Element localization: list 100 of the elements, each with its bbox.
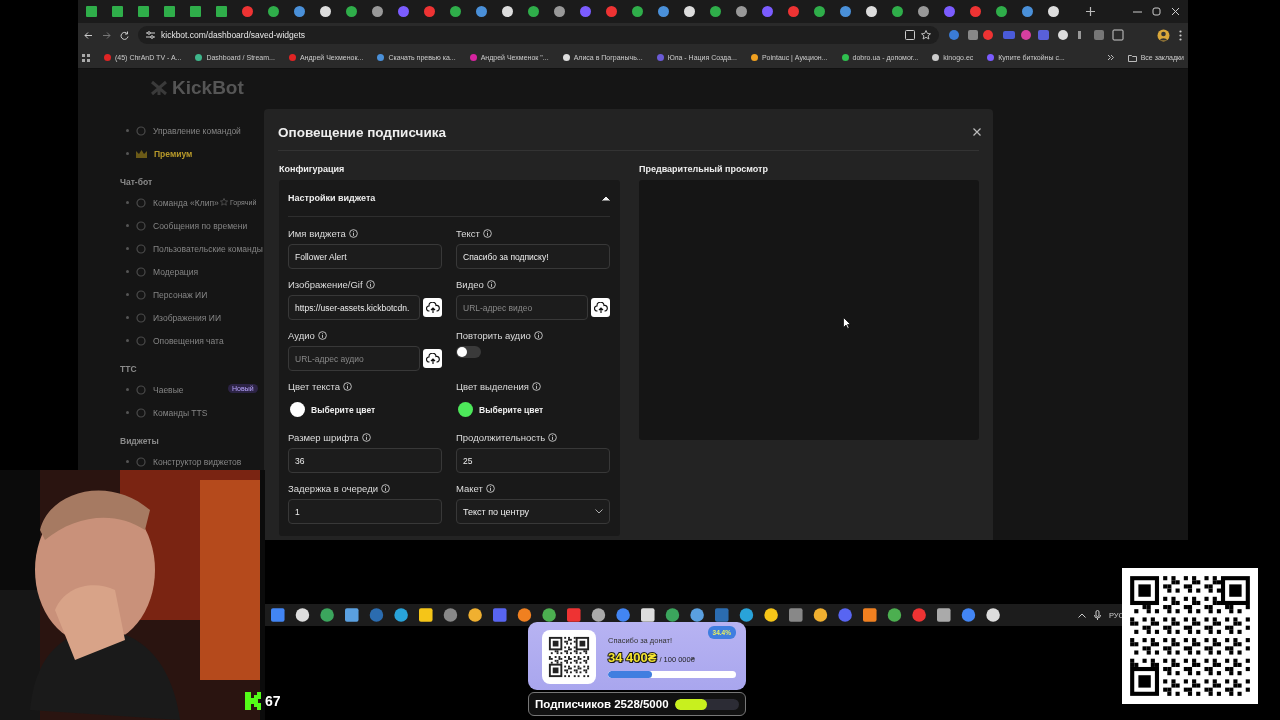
- reload-icon[interactable]: [120, 30, 129, 40]
- avatar-icon[interactable]: [1157, 28, 1170, 42]
- menu-item-icon: [136, 335, 146, 346]
- input-field[interactable]: 36: [288, 448, 442, 473]
- info-icon: [343, 381, 352, 391]
- info-icon: [486, 279, 496, 289]
- subscribers-label: Подписчиков 2528/5000: [535, 698, 669, 710]
- field-label: Размер шрифта: [288, 431, 359, 443]
- bullet-icon: [126, 224, 129, 227]
- info-icon: [533, 330, 543, 340]
- new-tab-icon[interactable]: [1086, 7, 1095, 16]
- color-picker[interactable]: Выберите цвет: [456, 397, 544, 422]
- menu-item-icon: [136, 384, 146, 395]
- caret-icon[interactable]: [602, 195, 610, 201]
- bullet-icon: [126, 270, 129, 273]
- menu-item-icon: [136, 312, 146, 323]
- logo-icon: [150, 80, 168, 96]
- mouse-cursor-icon: [843, 317, 851, 329]
- sidebar-link[interactable]: Команда «Клип»: [153, 197, 219, 208]
- toggle-switch[interactable]: [456, 346, 481, 358]
- field-label: Цвет текста: [288, 380, 340, 392]
- field-label: Повторить аудио: [456, 329, 531, 341]
- menu-item-icon: [136, 125, 146, 136]
- bullet-icon: [126, 388, 129, 391]
- close-icon[interactable]: [973, 128, 981, 136]
- menu-item-icon: [136, 220, 146, 231]
- field-label: Аудио: [288, 329, 315, 341]
- url-field[interactable]: URL-адрес аудио: [288, 346, 420, 371]
- info-icon: [317, 330, 327, 340]
- apps-icon[interactable]: [82, 53, 90, 62]
- bullet-icon: [126, 247, 129, 250]
- bullet-icon: [126, 201, 129, 204]
- menu-item-icon: [136, 407, 146, 418]
- info-icon: [531, 381, 541, 391]
- info-icon: [485, 483, 495, 493]
- section-title: TTC: [120, 364, 138, 374]
- translate-icon[interactable]: [905, 30, 915, 40]
- bullet-icon: [126, 339, 129, 342]
- chevron-down-icon: [595, 509, 603, 514]
- dialog-title: Оповещение подписчика: [278, 124, 446, 140]
- upload-button[interactable]: [423, 298, 442, 317]
- menu-icon[interactable]: [1179, 29, 1182, 41]
- section-title: Предварительный просмотр: [639, 164, 769, 174]
- menu-item-icon: [136, 266, 146, 277]
- url-text[interactable]: kickbot.com/dashboard/saved-widgets: [161, 30, 306, 40]
- sidebar-link[interactable]: Команды TTS: [153, 407, 208, 418]
- sidebar-link[interactable]: Изображения ИИ: [153, 312, 221, 323]
- forward-icon[interactable]: [102, 30, 111, 40]
- info-icon: [381, 483, 390, 493]
- chevron-up-icon[interactable]: [1077, 612, 1086, 618]
- donation-amount: 34 400₴: [608, 650, 657, 665]
- chevron-icon[interactable]: [1106, 54, 1114, 61]
- url-field[interactable]: URL-адрес видео: [456, 295, 588, 320]
- bullet-icon: [126, 316, 129, 319]
- sidebar-link[interactable]: Оповещения чата: [153, 335, 224, 346]
- color-picker[interactable]: Выберите цвет: [288, 397, 376, 422]
- sidebar-link[interactable]: Пользовательские команды: [153, 243, 263, 254]
- sidebar-link[interactable]: Сообщения по времени: [153, 220, 248, 231]
- site-info-icon[interactable]: [146, 31, 155, 39]
- address-bar[interactable]: kickbot.com/dashboard/saved-widgets: [138, 26, 939, 44]
- star-icon: [220, 198, 228, 206]
- info-icon: [548, 432, 558, 442]
- sidebar-link[interactable]: Персонаж ИИ: [153, 289, 208, 300]
- field-label: Продолжительность: [456, 431, 546, 443]
- kick-logo-icon: [245, 692, 261, 710]
- field-label: Имя виджета: [288, 227, 346, 239]
- section-title: Чат-бот: [120, 177, 154, 187]
- folder-icon: [1127, 53, 1137, 62]
- input-field[interactable]: Follower Alert: [288, 244, 442, 269]
- menu-item-icon: [136, 197, 146, 208]
- sidebar-link[interactable]: Премиум: [154, 148, 193, 159]
- microphone-icon[interactable]: [1093, 610, 1101, 620]
- bullet-icon: [126, 411, 129, 414]
- layout-dropdown[interactable]: Текст по центру: [456, 499, 610, 524]
- maximize-icon[interactable]: [1152, 7, 1161, 16]
- input-field[interactable]: Спасибо за подписку!: [456, 244, 610, 269]
- logo-text: KickBot: [172, 77, 244, 99]
- back-icon[interactable]: [84, 30, 93, 40]
- bookmark-star-icon[interactable]: [921, 30, 931, 40]
- field-label: Цвет выделения: [456, 380, 529, 392]
- sidebar-link[interactable]: Чаевые: [153, 384, 184, 395]
- sidebar-link[interactable]: Модерация: [153, 266, 199, 277]
- field-label: Макет: [456, 482, 483, 494]
- url-field[interactable]: https://user-assets.kickbotcdn.: [288, 295, 420, 320]
- input-field[interactable]: 1: [288, 499, 442, 524]
- section-title: Виджеты: [120, 436, 160, 446]
- accordion-header[interactable]: Настройки виджета: [288, 180, 610, 217]
- input-field[interactable]: 25: [456, 448, 610, 473]
- menu-item-icon: [136, 456, 146, 467]
- menu-item-icon: [136, 243, 146, 254]
- field-label: Задержка в очереди: [288, 482, 378, 494]
- upload-button[interactable]: [591, 298, 610, 317]
- sidebar-link[interactable]: Конструктор виджетов: [153, 456, 242, 467]
- info-icon: [482, 228, 492, 238]
- bullet-icon: [126, 129, 129, 132]
- section-title: Конфигурация: [279, 164, 346, 174]
- bullet-icon: [126, 293, 129, 296]
- upload-button[interactable]: [423, 349, 442, 368]
- close-icon[interactable]: [1171, 7, 1180, 16]
- sidebar-link[interactable]: Управление командой: [153, 125, 241, 136]
